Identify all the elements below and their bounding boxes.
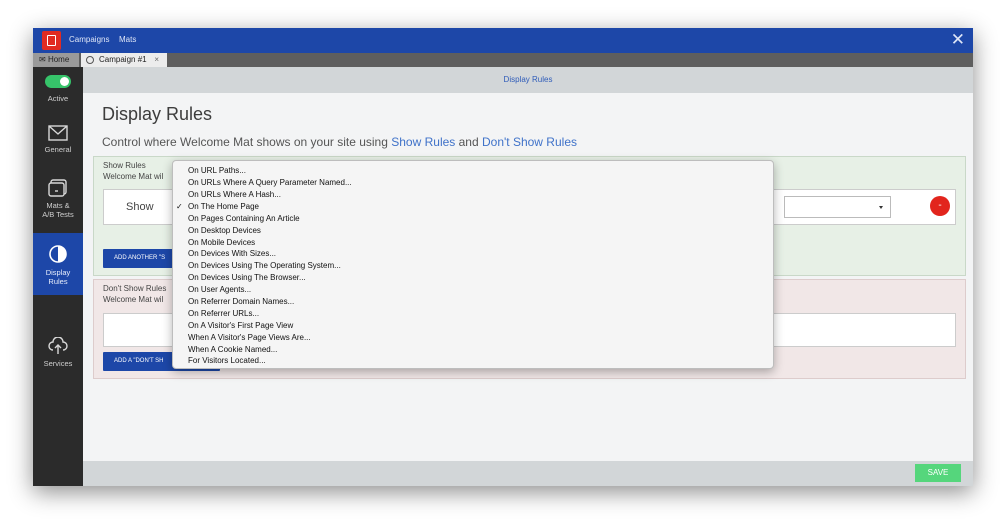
rule-condition-select[interactable]	[784, 196, 891, 218]
envelope-icon[interactable]	[48, 125, 68, 143]
rule-type-label: Show	[126, 201, 154, 213]
active-label: Active	[47, 94, 69, 103]
campaign-status-icon	[86, 56, 94, 64]
dropdown-item[interactable]: On A Visitor's First Page View	[188, 321, 293, 331]
dont-show-rules-title: Don't Show Rules	[103, 284, 167, 293]
page-footer: SAVE	[83, 461, 973, 486]
subtitle-text: Control where Welcome Mat shows on your …	[102, 135, 392, 149]
dropdown-item[interactable]: On Mobile Devices	[188, 238, 255, 248]
check-icon: ✓	[176, 202, 183, 211]
dropdown-item[interactable]: On Desktop Devices	[188, 226, 261, 236]
top-bar: Campaigns Mats ✕	[33, 28, 973, 53]
mats-icon[interactable]	[48, 179, 68, 197]
dropdown-item[interactable]: For Visitors Located...	[188, 356, 266, 366]
dropdown-item[interactable]: On User Agents...	[188, 285, 251, 295]
dropdown-item[interactable]: On Devices Using The Browser...	[188, 273, 306, 283]
dropdown-item[interactable]: On Devices With Sizes...	[188, 249, 276, 259]
app-logo-icon[interactable]	[42, 31, 61, 50]
close-icon[interactable]: ✕	[951, 30, 965, 50]
dropdown-item[interactable]: When A Cookie Named...	[188, 345, 277, 355]
show-rules-link[interactable]: Show Rules	[391, 135, 455, 149]
mail-icon: ✉	[39, 55, 48, 64]
tab-campaign-label: Campaign #1	[99, 55, 147, 64]
dropdown-item-selected[interactable]: On The Home Page	[188, 202, 259, 212]
dropdown-item[interactable]: On Pages Containing An Article	[188, 214, 300, 224]
sidebar-item-services[interactable]: Services	[33, 359, 83, 369]
tab-close-icon[interactable]: ×	[154, 53, 159, 67]
dropdown-item[interactable]: On Devices Using The Operating System...	[188, 261, 341, 271]
dropdown-item[interactable]: On Referrer URLs...	[188, 309, 259, 319]
sidebar-item-display-rules[interactable]: Display Rules	[33, 233, 83, 295]
tab-home-label: Home	[47, 55, 70, 64]
sidebar-label-rules: Rules	[48, 277, 68, 286]
page-header: Display Rules	[83, 67, 973, 93]
page-title: Display Rules	[102, 104, 213, 124]
delete-rule-button[interactable]: -	[930, 196, 950, 216]
dropdown-item[interactable]: On URLs Where A Query Parameter Named...	[188, 178, 352, 188]
dropdown-item[interactable]: On Referrer Domain Names...	[188, 297, 294, 307]
tab-home[interactable]: ✉ Home	[33, 53, 79, 67]
save-button[interactable]: SAVE	[915, 464, 961, 482]
tab-bar: ✉ Home Campaign #1 ×	[33, 53, 973, 67]
dropdown-item[interactable]: On URLs Where A Hash...	[188, 190, 281, 200]
sidebar-item-general[interactable]: General	[33, 145, 83, 155]
cloud-upload-icon[interactable]	[48, 336, 68, 355]
active-toggle[interactable]	[45, 75, 71, 88]
sidebar: Active General Mats & A/B Tests Display …	[33, 67, 83, 486]
sidebar-item-ab-tests[interactable]: A/B Tests	[33, 210, 83, 220]
page-subtitle: Control where Welcome Mat shows on your …	[102, 135, 577, 149]
nav-mats[interactable]: Mats	[119, 35, 136, 44]
dont-show-rules-desc: Welcome Mat wil	[103, 295, 164, 304]
tab-campaign[interactable]: Campaign #1 ×	[81, 53, 167, 67]
show-rules-desc: Welcome Mat wil	[103, 172, 164, 181]
subtitle-and: and	[455, 135, 482, 149]
nav-campaigns[interactable]: Campaigns	[69, 35, 109, 44]
half-circle-icon	[48, 244, 68, 263]
dropdown-item[interactable]: When A Visitor's Page Views Are...	[188, 333, 311, 343]
dropdown-item[interactable]: On URL Paths...	[188, 166, 246, 176]
condition-dropdown-menu: ✓ On URL Paths... On URLs Where A Query …	[172, 160, 774, 369]
dont-show-rules-link[interactable]: Don't Show Rules	[482, 135, 577, 149]
show-rules-title: Show Rules	[103, 161, 146, 170]
header-title: Display Rules	[503, 75, 553, 84]
